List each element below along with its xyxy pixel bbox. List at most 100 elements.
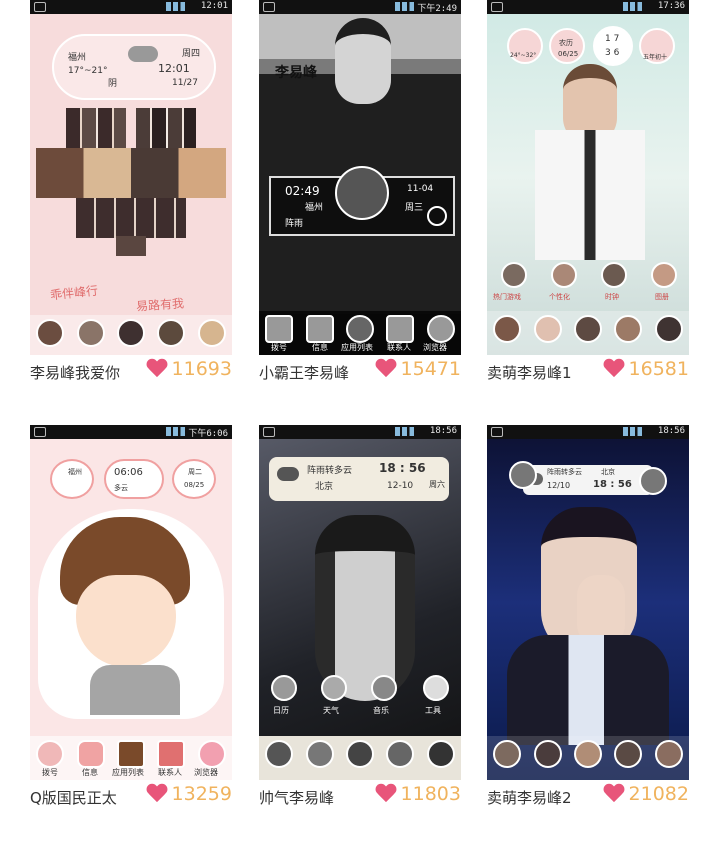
dock-icon-4[interactable] (386, 740, 415, 768)
dock-icon-3[interactable] (573, 315, 602, 343)
dock-icon-4[interactable] (614, 740, 643, 768)
notification-icon (34, 2, 46, 12)
dock-icon-2[interactable] (305, 740, 334, 768)
status-bar: 12:01 (30, 0, 232, 14)
dock-icon-5[interactable] (197, 319, 226, 347)
dock-icon-1[interactable] (265, 740, 294, 768)
avatar (335, 166, 389, 220)
theme-preview-4[interactable]: 下午6:06 福州 06:06 多云 周二 08/25 拨号 信息 应用列表 联… (30, 425, 232, 780)
theme-name[interactable]: Q版国民正太 (30, 787, 117, 808)
weather-icon (277, 467, 299, 481)
signal-icon (395, 2, 419, 11)
dock (487, 736, 689, 780)
date-bubble: 周二 08/25 (172, 459, 216, 499)
weather-bubble: 福州 (50, 459, 94, 499)
dock-icon-2[interactable] (76, 319, 105, 347)
heart-icon[interactable] (375, 784, 397, 804)
slogan-right: 易路有我 (135, 296, 185, 314)
heart-icon[interactable] (603, 784, 625, 804)
widget-avatar-left (509, 461, 537, 489)
app-icon-weather[interactable] (321, 675, 347, 701)
weather-clock-widget[interactable]: 阵雨转多云 北京 18 : 56 12-10 周六 (269, 457, 449, 501)
like-counter[interactable]: 21082 (603, 783, 689, 805)
date-bubble[interactable]: 五年初十 (639, 28, 675, 64)
theme-preview-6[interactable]: 18:56 阵雨转多云 北京 12/10 18 : 56 (487, 425, 689, 780)
signal-icon (623, 2, 647, 11)
notification-icon (263, 427, 275, 437)
heart-icon[interactable] (603, 359, 625, 379)
dock-icon-3[interactable] (116, 319, 145, 347)
weather-clock-widget[interactable]: 阵雨转多云 北京 12/10 18 : 56 (523, 465, 653, 495)
like-counter[interactable]: 11693 (146, 358, 232, 380)
dock-icon-5[interactable] (426, 740, 455, 768)
dock-icon-2[interactable] (533, 315, 562, 343)
app-icon-gallery[interactable] (651, 262, 677, 288)
dock-icon-4[interactable] (614, 315, 643, 343)
dock-icon-4[interactable] (157, 319, 186, 347)
message-icon[interactable] (76, 740, 105, 768)
dock-icon-3[interactable] (345, 740, 374, 768)
app-icon-clock[interactable] (601, 262, 627, 288)
app-icon-tools[interactable] (423, 675, 449, 701)
browser-icon[interactable] (426, 315, 455, 343)
theme-name[interactable]: 卖萌李易峰2 (487, 787, 572, 808)
weather-clock-widget[interactable]: 福州 17°~21° 阴 周四 12:01 11/27 (52, 34, 216, 100)
theme-name[interactable]: 帅气李易峰 (259, 787, 334, 808)
status-bar: 18:56 (259, 425, 461, 439)
theme-preview-2[interactable]: 下午2:49 李易峰 02:49 福州 阵雨 11-04 周三 拨号 信息 应用… (259, 0, 461, 355)
dock-icon-1[interactable] (493, 315, 522, 343)
contacts-icon[interactable] (157, 740, 186, 768)
signal-icon (166, 2, 190, 11)
app-list-icon[interactable] (345, 315, 374, 343)
message-icon[interactable] (305, 315, 334, 343)
calendar-bubble[interactable]: 农历 06/25 (549, 28, 585, 64)
portrait-suit (507, 635, 669, 745)
phone-icon[interactable] (265, 315, 294, 343)
portrait-head (335, 18, 391, 104)
dock (487, 311, 689, 355)
clock-bubble[interactable]: 1 7 3 6 (593, 26, 633, 66)
app-icon-games[interactable] (501, 262, 527, 288)
cartoon-body (90, 665, 180, 715)
dock-icon-5[interactable] (654, 315, 683, 343)
app-icon-calendar[interactable] (271, 675, 297, 701)
like-counter[interactable]: 15471 (375, 358, 461, 380)
status-bar: 18:56 (487, 425, 689, 439)
portrait-face (315, 515, 415, 701)
theme-preview-5[interactable]: 18:56 阵雨转多云 北京 18 : 56 12-10 周六 日历 天气 音乐… (259, 425, 461, 780)
contacts-icon[interactable] (386, 315, 415, 343)
phone-icon[interactable] (36, 740, 65, 768)
dock-icon-5[interactable] (654, 740, 683, 768)
dock (259, 736, 461, 780)
dock-icon-2[interactable] (533, 740, 562, 768)
theme-preview-1[interactable]: 12:01 福州 17°~21° 阴 周四 12:01 11/27 乖伴峰行 易… (30, 0, 232, 355)
portrait-shirt (535, 130, 645, 260)
theme-preview-3[interactable]: 17:36 24°~32° 农历 06/25 1 7 3 6 五年初十 热门游戏… (487, 0, 689, 355)
theme-name[interactable]: 卖萌李易峰1 (487, 362, 572, 383)
signal-icon (166, 427, 190, 436)
app-icon-personalize[interactable] (551, 262, 577, 288)
dock-icon-1[interactable] (493, 740, 522, 768)
like-counter[interactable]: 16581 (603, 358, 689, 380)
status-bar: 17:36 (487, 0, 689, 14)
weather-bubble[interactable]: 24°~32° (507, 28, 543, 64)
signal-icon (395, 427, 419, 436)
heart-icon[interactable] (146, 359, 168, 379)
notification-icon (263, 2, 275, 12)
weather-clock-widget[interactable]: 福州 06:06 多云 周二 08/25 (50, 459, 216, 503)
theme-name[interactable]: 李易峰我爱你 (30, 362, 120, 383)
dock-icon-1[interactable] (36, 319, 65, 347)
theme-name[interactable]: 小霸王李易峰 (259, 362, 349, 383)
browser-icon[interactable] (197, 740, 226, 768)
slogan-left: 乖伴峰行 (49, 283, 99, 303)
like-counter[interactable]: 11803 (375, 783, 461, 805)
like-counter[interactable]: 13259 (146, 783, 232, 805)
dock-icon-3[interactable] (573, 740, 602, 768)
cloud-icon (128, 46, 158, 62)
status-bar: 下午2:49 (259, 0, 461, 14)
app-icon-music[interactable] (371, 675, 397, 701)
app-list-icon[interactable] (116, 740, 145, 768)
heart-icon[interactable] (146, 784, 168, 804)
notification-icon (491, 2, 503, 12)
heart-icon[interactable] (375, 359, 397, 379)
